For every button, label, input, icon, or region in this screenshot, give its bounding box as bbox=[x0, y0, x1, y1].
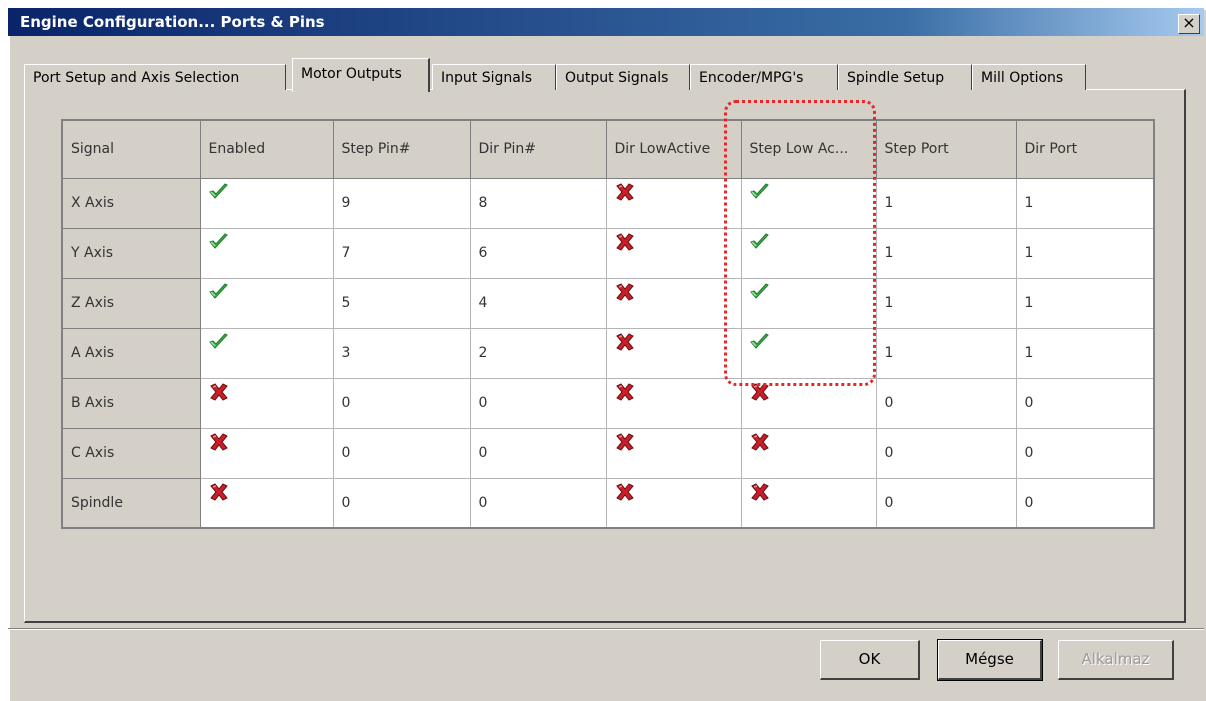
tab-input-signals[interactable]: Input Signals bbox=[432, 64, 556, 90]
step-port-cell[interactable]: 1 bbox=[875, 277, 1017, 329]
dir-pin-cell[interactable]: 6 bbox=[469, 227, 607, 279]
motor-outputs-grid: Signal Enabled Step Pin# Dir Pin# Dir Lo… bbox=[61, 119, 1155, 529]
step-pin-cell[interactable]: 9 bbox=[332, 177, 471, 229]
step-low-active-cell[interactable] bbox=[740, 377, 877, 429]
dir-low-active-cell[interactable] bbox=[605, 477, 742, 529]
table-row[interactable]: X Axis 9 8 1 1 bbox=[61, 177, 1155, 229]
step-low-active-cell[interactable] bbox=[740, 177, 877, 229]
column-header-step-pin[interactable]: Step Pin# bbox=[332, 119, 471, 179]
signal-cell[interactable]: B Axis bbox=[61, 377, 201, 429]
window-title: Engine Configuration... Ports & Pins bbox=[20, 13, 325, 31]
step-low-active-cell[interactable] bbox=[740, 427, 877, 479]
enabled-cell[interactable] bbox=[199, 227, 334, 279]
tab-spindle-setup[interactable]: Spindle Setup bbox=[838, 64, 972, 90]
step-port-cell[interactable]: 1 bbox=[875, 327, 1017, 379]
tab-port-setup[interactable]: Port Setup and Axis Selection bbox=[24, 64, 286, 90]
apply-button[interactable]: Alkalmaz bbox=[1058, 640, 1174, 680]
signal-cell[interactable]: Z Axis bbox=[61, 277, 201, 329]
dir-low-active-cell[interactable] bbox=[605, 377, 742, 429]
table-row[interactable]: B Axis 0 0 0 0 bbox=[61, 377, 1155, 429]
dir-pin-cell[interactable]: 0 bbox=[469, 477, 607, 529]
signal-cell[interactable]: Spindle bbox=[61, 477, 201, 529]
dir-low-active-cell[interactable] bbox=[605, 327, 742, 379]
step-port-cell[interactable]: 1 bbox=[875, 177, 1017, 229]
step-port-cell[interactable]: 0 bbox=[875, 427, 1017, 479]
step-low-active-cell[interactable] bbox=[740, 227, 877, 279]
column-header-dir-port[interactable]: Dir Port bbox=[1015, 119, 1155, 179]
dir-low-active-cell[interactable] bbox=[605, 277, 742, 329]
dir-port-cell[interactable]: 1 bbox=[1015, 227, 1155, 279]
tab-output-signals[interactable]: Output Signals bbox=[556, 64, 690, 90]
separator bbox=[8, 628, 1204, 630]
step-pin-cell[interactable]: 0 bbox=[332, 477, 471, 529]
step-pin-cell[interactable]: 0 bbox=[332, 427, 471, 479]
dir-port-cell[interactable]: 1 bbox=[1015, 277, 1155, 329]
step-low-active-cell[interactable] bbox=[740, 477, 877, 529]
cancel-button[interactable]: Mégse bbox=[937, 639, 1043, 681]
dir-port-cell[interactable]: 0 bbox=[1015, 477, 1155, 529]
column-header-dir-pin[interactable]: Dir Pin# bbox=[469, 119, 607, 179]
tab-motor-outputs[interactable]: Motor Outputs bbox=[292, 58, 430, 92]
table-row[interactable]: Spindle 0 0 0 0 bbox=[61, 477, 1155, 529]
dir-pin-cell[interactable]: 0 bbox=[469, 427, 607, 479]
dir-low-active-cell[interactable] bbox=[605, 177, 742, 229]
tab-encoder-mpgs[interactable]: Encoder/MPG's bbox=[690, 64, 838, 90]
dir-pin-cell[interactable]: 4 bbox=[469, 277, 607, 329]
dir-port-cell[interactable]: 0 bbox=[1015, 427, 1155, 479]
step-port-cell[interactable]: 1 bbox=[875, 227, 1017, 279]
table-row[interactable]: Z Axis 5 4 1 1 bbox=[61, 277, 1155, 329]
dir-pin-cell[interactable]: 8 bbox=[469, 177, 607, 229]
dir-port-cell[interactable]: 1 bbox=[1015, 177, 1155, 229]
enabled-cell[interactable] bbox=[199, 177, 334, 229]
dir-pin-cell[interactable]: 0 bbox=[469, 377, 607, 429]
dir-pin-cell[interactable]: 2 bbox=[469, 327, 607, 379]
close-button[interactable]: × bbox=[1178, 14, 1200, 34]
enabled-cell[interactable] bbox=[199, 377, 334, 429]
column-header-signal[interactable]: Signal bbox=[61, 119, 201, 179]
signal-cell[interactable]: X Axis bbox=[61, 177, 201, 229]
table-row[interactable]: Y Axis 7 6 1 1 bbox=[61, 227, 1155, 279]
dir-port-cell[interactable]: 1 bbox=[1015, 327, 1155, 379]
dir-low-active-cell[interactable] bbox=[605, 427, 742, 479]
tab-mill-options[interactable]: Mill Options bbox=[972, 64, 1086, 90]
enabled-cell[interactable] bbox=[199, 427, 334, 479]
column-header-dir-low-active[interactable]: Dir LowActive bbox=[605, 119, 742, 179]
table-row[interactable]: C Axis 0 0 0 0 bbox=[61, 427, 1155, 479]
signal-cell[interactable]: Y Axis bbox=[61, 227, 201, 279]
title-bar[interactable]: Engine Configuration... Ports & Pins × bbox=[8, 8, 1204, 36]
step-pin-cell[interactable]: 3 bbox=[332, 327, 471, 379]
grid-header-row: Signal Enabled Step Pin# Dir Pin# Dir Lo… bbox=[61, 119, 1155, 179]
step-pin-cell[interactable]: 0 bbox=[332, 377, 471, 429]
step-low-active-cell[interactable] bbox=[740, 277, 877, 329]
column-header-step-low-active[interactable]: Step Low Ac... bbox=[740, 119, 877, 179]
step-pin-cell[interactable]: 5 bbox=[332, 277, 471, 329]
step-port-cell[interactable]: 0 bbox=[875, 477, 1017, 529]
signal-cell[interactable]: C Axis bbox=[61, 427, 201, 479]
step-low-active-cell[interactable] bbox=[740, 327, 877, 379]
ok-button[interactable]: OK bbox=[820, 640, 920, 680]
signal-cell[interactable]: A Axis bbox=[61, 327, 201, 379]
column-header-step-port[interactable]: Step Port bbox=[875, 119, 1017, 179]
dir-port-cell[interactable]: 0 bbox=[1015, 377, 1155, 429]
dir-low-active-cell[interactable] bbox=[605, 227, 742, 279]
step-pin-cell[interactable]: 7 bbox=[332, 227, 471, 279]
column-header-enabled[interactable]: Enabled bbox=[199, 119, 334, 179]
enabled-cell[interactable] bbox=[199, 477, 334, 529]
enabled-cell[interactable] bbox=[199, 277, 334, 329]
step-port-cell[interactable]: 0 bbox=[875, 377, 1017, 429]
table-row[interactable]: A Axis 3 2 1 1 bbox=[61, 327, 1155, 379]
enabled-cell[interactable] bbox=[199, 327, 334, 379]
